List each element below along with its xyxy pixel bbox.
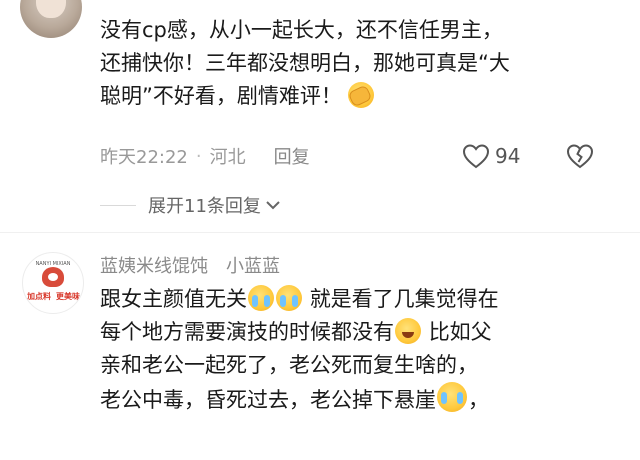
comment-line-text: 聪明”不好看，剧情难评！ (100, 84, 342, 108)
comment-time: 昨天22:22 (100, 147, 188, 168)
expand-replies-button[interactable]: 展开11条回复 (100, 190, 281, 220)
comment-line-text: 跟女主颜值无关 (100, 287, 247, 311)
mascot-logo-icon (42, 267, 64, 287)
comment-line-text: 每个地方需要演技的时候都没有 (100, 320, 394, 344)
comment-line: 亲和老公一起死了，老公死而复生啥的， (100, 353, 478, 377)
comment-line: 还捕快你！三年都没想明白，那她可真是“大 (100, 51, 510, 75)
comment-line-text: 比如父 (428, 320, 492, 344)
expand-divider (100, 204, 136, 206)
broken-heart-icon (566, 144, 594, 169)
chevron-down-icon (266, 201, 280, 210)
avatar[interactable]: NANYI MIXIAN 加点料 更美味 (22, 252, 84, 314)
comment-line: 每个地方需要演技的时候都没有 比如父 (100, 316, 620, 349)
comment-line-text: 老公中毒，昏死过去，老公掉下悬崖 (100, 388, 436, 412)
like-button[interactable]: 94 (462, 140, 520, 172)
comment-line: 老公中毒，昏死过去，老公掉下悬崖 ， (100, 382, 620, 417)
author-badge: 小蓝蓝 (226, 256, 280, 277)
heart-outline-icon (462, 144, 490, 169)
comment-meta: 昨天22:22 · 河北 回复 (100, 140, 310, 172)
meta-separator: · (195, 145, 202, 167)
avatar-tag: 更美味 (56, 292, 80, 301)
expand-replies-label: 展开11条回复 (148, 196, 261, 217)
reply-button[interactable]: 回复 (274, 143, 310, 169)
comment-line-text: ， (468, 388, 489, 412)
avatar-tag: 加点料 (27, 292, 51, 301)
avatar-face (36, 0, 66, 18)
comment-divider (0, 232, 640, 233)
comment-line-text: 就是看了几集觉得在 (309, 287, 499, 311)
comment-text: 没有cp感，从小一起长大，还不信任男主， 还捕快你！三年都没想明白，那她可真是“… (100, 14, 620, 113)
author-name[interactable]: 蓝姨米线馄饨 (100, 252, 208, 278)
avatar[interactable] (20, 0, 82, 38)
comment-location: 河北 (209, 147, 246, 168)
comment-author[interactable]: 蓝姨米线馄饨 小蓝蓝 (100, 252, 280, 278)
crying-emoji-icon (276, 285, 302, 311)
crying-emoji-icon (248, 285, 274, 311)
comment-line: 没有cp感，从小一起长大，还不信任男主， (100, 18, 503, 42)
comment-line: 跟女主颜值无关 就是看了几集觉得在 (100, 283, 620, 316)
crying-emoji-icon (437, 382, 467, 412)
laughing-emoji-icon (395, 318, 421, 344)
facepalm-emoji-icon (347, 82, 374, 108)
comment-line: 聪明”不好看，剧情难评！ (100, 80, 620, 113)
like-count: 94 (495, 144, 521, 168)
comment-text: 跟女主颜值无关 就是看了几集觉得在 每个地方需要演技的时候都没有 比如父 亲和老… (100, 283, 620, 417)
dislike-button[interactable] (566, 140, 594, 172)
